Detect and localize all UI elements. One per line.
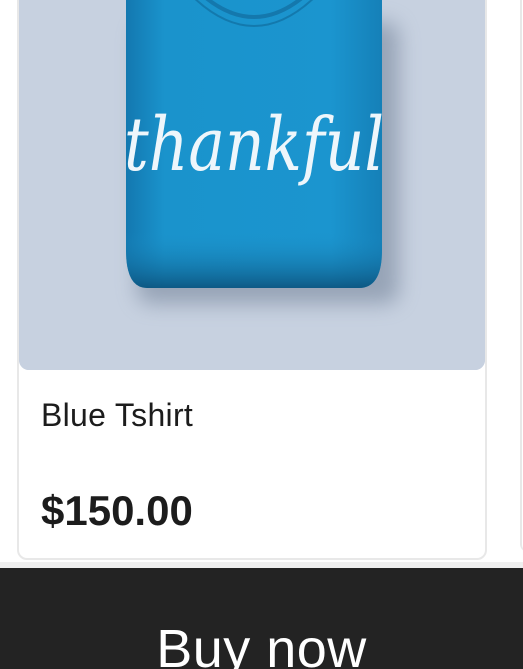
buy-now-button[interactable]: Buy now xyxy=(0,568,523,669)
product-image[interactable]: thankful xyxy=(19,0,485,370)
product-card[interactable]: thankful Blue Tshirt $150.00 xyxy=(17,0,487,560)
product-name: Blue Tshirt xyxy=(41,397,194,433)
blue-tshirt-image: thankful xyxy=(19,0,485,370)
product-carousel[interactable]: thankful Blue Tshirt $150.00 xyxy=(0,0,523,568)
buy-now-label: Buy now xyxy=(156,619,367,669)
product-detail-screen: thankful Blue Tshirt $150.00 Buy now xyxy=(0,0,523,669)
shirt-print-text: thankful xyxy=(124,102,384,188)
product-price: $150.00 xyxy=(41,487,193,534)
